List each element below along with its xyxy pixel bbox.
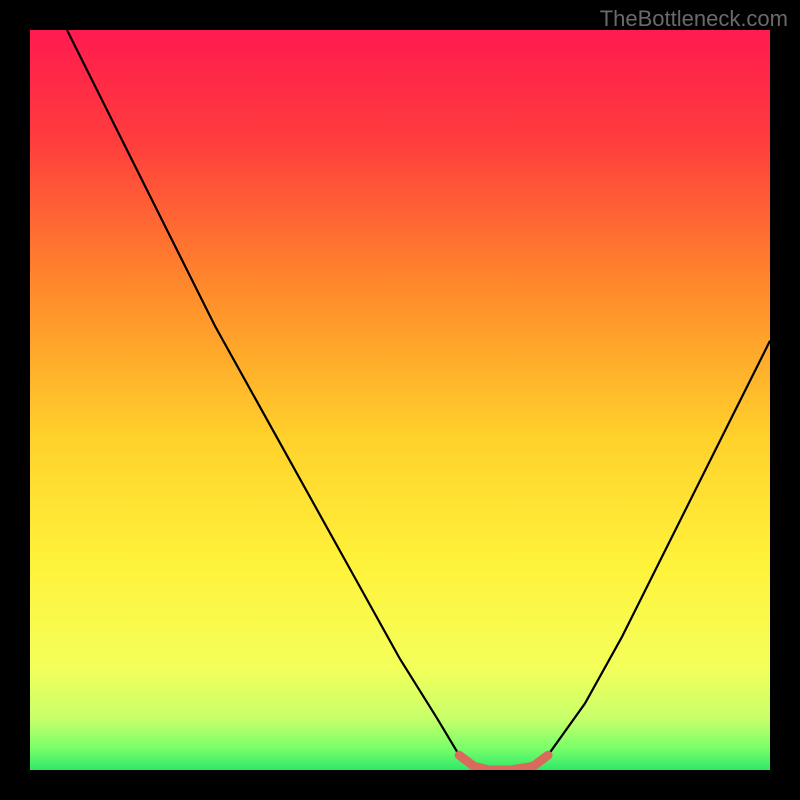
chart-svg xyxy=(30,30,770,770)
watermark-text: TheBottleneck.com xyxy=(600,6,788,32)
chart-plot-area xyxy=(30,30,770,770)
